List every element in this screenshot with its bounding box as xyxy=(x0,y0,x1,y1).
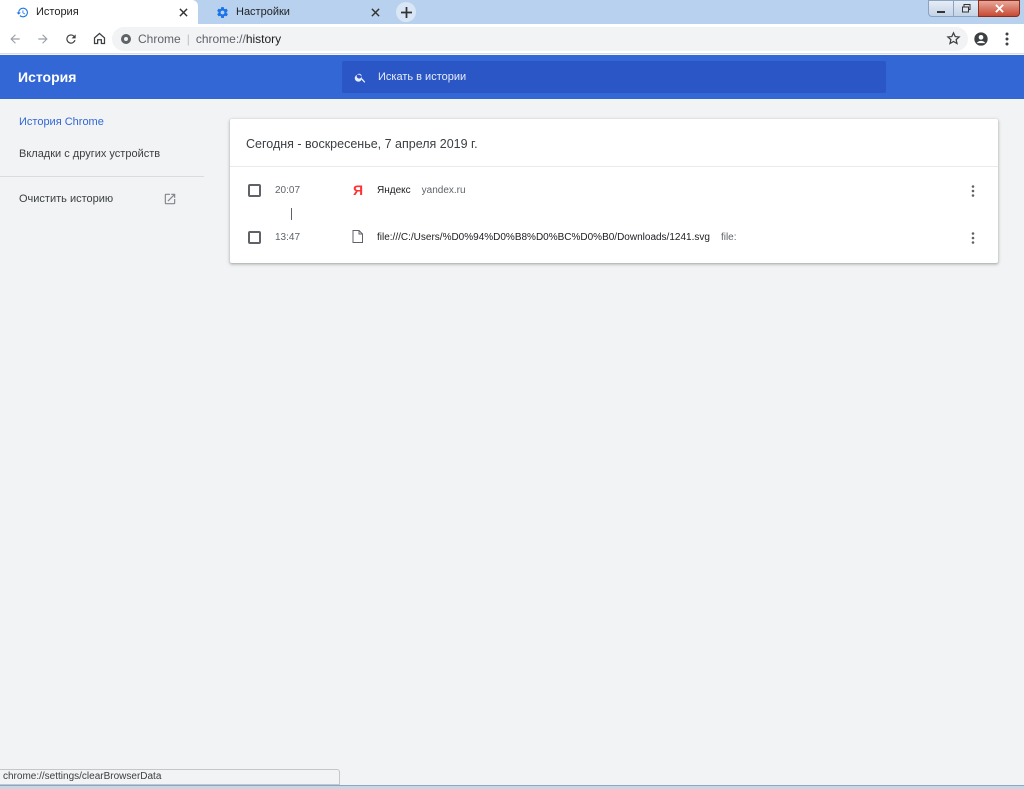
omnibox-url-prefix: chrome:// xyxy=(195,32,246,46)
sidebar-item-chrome-history[interactable]: История Chrome xyxy=(19,116,104,128)
tab-strip: История Настройки xyxy=(0,0,1024,24)
account-circle-icon xyxy=(974,32,988,46)
vertical-dots-icon xyxy=(1005,32,1009,46)
row-domain: yandex.ru xyxy=(421,185,466,196)
row-time: 20:07 xyxy=(275,185,301,196)
close-window-button[interactable] xyxy=(978,0,1020,17)
window-controls xyxy=(928,0,1020,17)
clear-history-link[interactable]: Очистить историю xyxy=(19,193,113,205)
row-more-button[interactable] xyxy=(966,230,980,246)
search-input[interactable] xyxy=(378,61,886,93)
row-link[interactable]: file:///C:/Users/%D0%94%D0%B8%D0%BC%D0%B… xyxy=(377,232,737,243)
history-row[interactable]: 13:47 file:///C:/Users/%D0%94%D0%B8%D0%B… xyxy=(230,224,998,252)
forward-button[interactable] xyxy=(30,26,56,52)
chrome-page-icon xyxy=(121,34,131,44)
profile-button[interactable] xyxy=(968,26,994,52)
sidebar-item-other-devices[interactable]: Вкладки с других устройств xyxy=(19,148,160,160)
tab-close-icon[interactable] xyxy=(176,5,190,19)
plus-icon xyxy=(400,6,412,18)
minimize-button[interactable] xyxy=(928,0,954,17)
page-title: История xyxy=(18,69,77,85)
chrome-menu-button[interactable] xyxy=(994,26,1020,52)
bookmark-star-icon[interactable] xyxy=(946,31,962,47)
new-tab-button[interactable] xyxy=(396,2,416,22)
tab-title: История xyxy=(36,6,79,18)
row-checkbox[interactable] xyxy=(248,231,261,244)
card-divider xyxy=(230,166,998,167)
tab-title: Настройки xyxy=(236,6,290,18)
history-search-box[interactable] xyxy=(342,61,886,93)
omnibox-url-host: history xyxy=(245,32,282,46)
history-card: Сегодня - воскресенье, 7 апреля 2019 г. … xyxy=(230,119,998,263)
sidebar-divider xyxy=(0,176,204,177)
tab-settings[interactable]: Настройки xyxy=(200,0,390,24)
row-title[interactable]: Яндекс xyxy=(377,185,411,196)
yandex-icon: Я xyxy=(352,182,364,198)
taskbar-edge xyxy=(0,785,1024,789)
open-in-new-icon[interactable] xyxy=(163,192,177,206)
time-gap-indicator xyxy=(291,208,292,220)
reload-icon xyxy=(66,33,76,44)
row-title[interactable]: file:///C:/Users/%D0%94%D0%B8%D0%BC%D0%B… xyxy=(377,232,710,243)
omnibox-url: chrome://history xyxy=(196,32,281,46)
row-time: 13:47 xyxy=(275,232,301,243)
history-header: История xyxy=(0,55,1024,99)
arrow-left-icon xyxy=(10,33,20,44)
close-icon xyxy=(994,4,1004,13)
tab-history[interactable]: История xyxy=(0,0,198,24)
omnibox-separator: | xyxy=(186,32,190,46)
vertical-dots-icon xyxy=(971,232,975,244)
back-button[interactable] xyxy=(2,26,28,52)
search-icon xyxy=(352,69,368,85)
reload-button[interactable] xyxy=(58,26,84,52)
history-icon xyxy=(15,5,29,19)
settings-gear-icon xyxy=(215,5,229,19)
row-more-button[interactable] xyxy=(966,183,980,199)
omnibox-scheme-label: Chrome xyxy=(138,32,181,46)
history-row[interactable]: 20:07 Я Яндекс yandex.ru xyxy=(230,177,998,205)
arrow-right-icon xyxy=(38,33,48,44)
status-bubble: chrome://settings/clearBrowserData xyxy=(0,769,340,785)
browser-toolbar: Chrome | chrome://history xyxy=(0,24,1024,54)
row-checkbox[interactable] xyxy=(248,184,261,197)
restore-button[interactable] xyxy=(953,0,979,17)
home-button[interactable] xyxy=(86,26,112,52)
file-icon xyxy=(352,230,364,244)
row-link[interactable]: Яндекс yandex.ru xyxy=(377,185,466,196)
restore-icon xyxy=(961,4,970,13)
row-domain: file: xyxy=(720,232,737,243)
history-sidebar: История Chrome Вкладки с других устройст… xyxy=(0,99,204,769)
tab-close-icon[interactable] xyxy=(368,5,382,19)
vertical-dots-icon xyxy=(971,185,975,197)
minimize-icon xyxy=(937,10,945,13)
svg-text:Я: Я xyxy=(353,183,363,197)
home-icon xyxy=(93,32,105,45)
date-heading: Сегодня - воскресенье, 7 апреля 2019 г. xyxy=(246,137,478,151)
address-bar[interactable]: Chrome | chrome://history xyxy=(112,27,968,51)
